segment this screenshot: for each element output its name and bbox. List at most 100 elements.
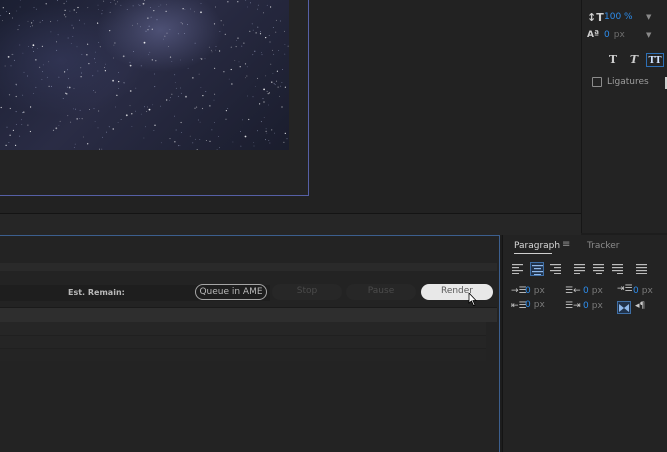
star xyxy=(254,50,256,52)
star xyxy=(184,33,186,34)
star xyxy=(261,52,262,54)
star xyxy=(252,29,254,31)
table-row[interactable] xyxy=(0,335,486,348)
star xyxy=(7,56,10,58)
star xyxy=(284,86,286,88)
star xyxy=(95,62,96,63)
star xyxy=(42,20,43,21)
star xyxy=(73,88,75,89)
star xyxy=(248,118,250,120)
justify-last-right-button[interactable] xyxy=(611,262,625,276)
star xyxy=(57,20,59,22)
star xyxy=(86,54,88,56)
star xyxy=(129,64,132,67)
baseline-shift-row: Aª 0 px ▼ xyxy=(587,27,665,43)
stop-button[interactable]: Stop xyxy=(272,284,342,300)
star xyxy=(218,136,220,137)
star xyxy=(180,59,182,61)
star xyxy=(278,50,280,51)
star xyxy=(230,68,232,71)
star xyxy=(22,52,24,54)
queue-in-ame-button[interactable]: Queue in AME xyxy=(195,284,267,300)
tab-paragraph[interactable]: Paragraph xyxy=(514,241,560,251)
star xyxy=(109,30,111,32)
indent-left-field[interactable]: 0 px xyxy=(525,286,545,296)
space-after-field[interactable]: 0 px xyxy=(583,301,603,311)
faux-bold-button[interactable]: T xyxy=(604,53,622,67)
align-center-button[interactable] xyxy=(530,262,544,276)
star xyxy=(154,124,156,126)
align-right-button[interactable] xyxy=(549,262,563,276)
star xyxy=(269,41,271,43)
tab-tracker[interactable]: Tracker xyxy=(587,241,619,251)
justify-last-left-button[interactable] xyxy=(573,262,587,276)
star xyxy=(180,92,182,94)
indent-right-field[interactable]: 0 px xyxy=(583,286,603,296)
star xyxy=(150,7,151,8)
star xyxy=(147,106,149,108)
star xyxy=(138,4,140,6)
star xyxy=(139,4,141,6)
star xyxy=(115,106,116,108)
star xyxy=(220,20,222,22)
star xyxy=(272,73,274,74)
star xyxy=(287,45,289,47)
star xyxy=(182,8,184,10)
star xyxy=(279,20,281,22)
star xyxy=(31,47,33,49)
star xyxy=(197,119,199,121)
star xyxy=(15,83,17,85)
star xyxy=(155,60,157,62)
star xyxy=(62,98,64,99)
star xyxy=(87,7,89,9)
star xyxy=(0,15,2,16)
star xyxy=(279,95,280,97)
ltr-direction-button[interactable] xyxy=(617,301,631,314)
star xyxy=(15,144,17,146)
star xyxy=(39,21,41,23)
star xyxy=(284,132,286,134)
star xyxy=(216,149,218,150)
table-row[interactable] xyxy=(0,322,486,335)
star xyxy=(5,144,7,146)
indent-first-line-field[interactable]: 0 px xyxy=(633,286,653,296)
table-row[interactable] xyxy=(0,348,486,361)
ligatures-checkbox[interactable] xyxy=(592,77,602,87)
justify-all-button[interactable] xyxy=(635,262,649,276)
panel-menu-icon[interactable]: ≡ xyxy=(562,239,570,250)
star xyxy=(265,139,266,141)
star xyxy=(252,96,254,98)
justify-last-center-button[interactable] xyxy=(592,262,606,276)
star xyxy=(22,112,23,114)
align-left-button[interactable] xyxy=(511,262,525,276)
star xyxy=(9,107,11,110)
star xyxy=(18,24,20,26)
star xyxy=(50,21,52,23)
align-right-icon xyxy=(550,264,561,274)
render-button[interactable]: Render xyxy=(421,284,493,300)
star xyxy=(146,111,148,112)
star xyxy=(274,84,276,86)
rtl-direction-icon[interactable]: ◂¶ xyxy=(635,301,645,311)
star xyxy=(64,9,66,11)
star xyxy=(280,85,282,87)
chevron-down-icon[interactable]: ▼ xyxy=(646,31,651,39)
star xyxy=(35,8,37,10)
star xyxy=(275,19,277,21)
star xyxy=(117,1,118,3)
star xyxy=(152,104,154,106)
baseline-shift-value[interactable]: 0 xyxy=(604,30,610,40)
star xyxy=(178,145,179,147)
star xyxy=(169,138,171,140)
star xyxy=(175,129,177,131)
composition-frame[interactable] xyxy=(0,0,309,196)
all-caps-button[interactable]: TT xyxy=(646,53,664,67)
star xyxy=(180,87,181,89)
star xyxy=(239,66,241,68)
pause-button[interactable]: Pause xyxy=(346,284,416,300)
faux-italic-button[interactable]: T xyxy=(625,53,643,67)
chevron-down-icon[interactable]: ▼ xyxy=(646,13,651,21)
vertical-scale-value[interactable]: 100 % xyxy=(604,12,633,22)
space-before-field[interactable]: 0 px xyxy=(525,300,545,310)
star xyxy=(97,22,99,24)
